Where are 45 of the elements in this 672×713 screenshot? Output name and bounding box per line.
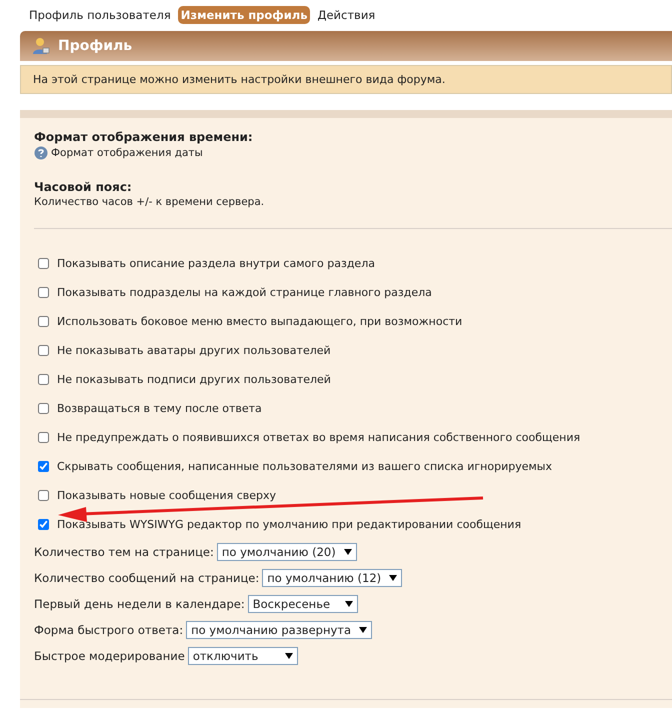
tab[interactable]: Действия — [314, 6, 378, 24]
dropdown[interactable]: Воскресенье — [248, 595, 358, 613]
user-icon — [32, 37, 50, 55]
option-label: Использовать боковое меню вместо выпадающего, при возможности — [57, 315, 462, 328]
checkbox[interactable] — [38, 490, 49, 501]
option-label: Не показывать подписи других пользователей — [57, 373, 331, 386]
checkbox[interactable] — [38, 345, 49, 356]
caret-icon — [344, 549, 352, 555]
caret-icon — [389, 575, 398, 581]
option-label: Возвращаться в тему после ответа — [57, 402, 262, 415]
field-label: Часовой пояс: — [34, 180, 133, 194]
option-label: Показывать подразделы на каждой странице главного раздела — [57, 286, 432, 299]
option-label: Показывать новые сообщения сверху — [57, 489, 276, 502]
option-label: Показывать описание раздела внутри самого раздела — [57, 257, 375, 270]
checkbox[interactable] — [38, 258, 49, 269]
checkbox[interactable] — [38, 316, 49, 327]
dropdown[interactable]: отключить — [188, 647, 298, 665]
tab[interactable]: Профиль пользователя — [26, 6, 174, 24]
checkbox[interactable] — [38, 287, 49, 298]
dropdown[interactable]: по умолчанию развернута — [186, 621, 372, 639]
checkbox[interactable] — [38, 374, 49, 385]
caret-icon — [284, 653, 293, 659]
select-label: Количество тем на странице: — [34, 545, 214, 559]
info-message: На этой странице можно изменить настройки внешнего вида форума. — [20, 65, 672, 94]
field-label: Формат отображения времени: — [34, 130, 254, 144]
dropdown[interactable]: по умолчанию (12) — [262, 569, 402, 587]
checkbox[interactable] — [38, 519, 49, 530]
select-label: Форма быстрого ответа: — [34, 623, 184, 637]
select-label: Количество сообщений на странице: — [34, 571, 260, 585]
option-label: Не предупреждать о появившихся ответах во время написания собственного сообщения — [57, 431, 580, 444]
option-label: Скрывать сообщения, написанные пользователями из вашего списка игнорируемых — [57, 460, 552, 473]
checkbox[interactable] — [38, 461, 49, 472]
checkbox[interactable] — [38, 432, 49, 443]
field-hint: Формат отображения даты — [51, 147, 203, 159]
panel-title: Профиль — [58, 38, 132, 54]
help-icon[interactable] — [34, 146, 48, 160]
select-label: Быстрое модерирование — [34, 649, 185, 663]
caret-icon — [359, 627, 368, 633]
option-label: Показывать WYSIWYG редактор по умолчанию при редактировании сообщения — [57, 518, 522, 531]
dropdown[interactable]: по умолчанию (20) — [216, 543, 357, 561]
option-label: Не показывать аватары других пользователей — [57, 344, 331, 357]
checkbox[interactable] — [38, 403, 49, 414]
select-label: Первый день недели в календаре: — [34, 597, 245, 611]
field-hint: Количество часов +/- к времени сервера. — [34, 196, 264, 208]
caret-icon — [344, 601, 353, 607]
